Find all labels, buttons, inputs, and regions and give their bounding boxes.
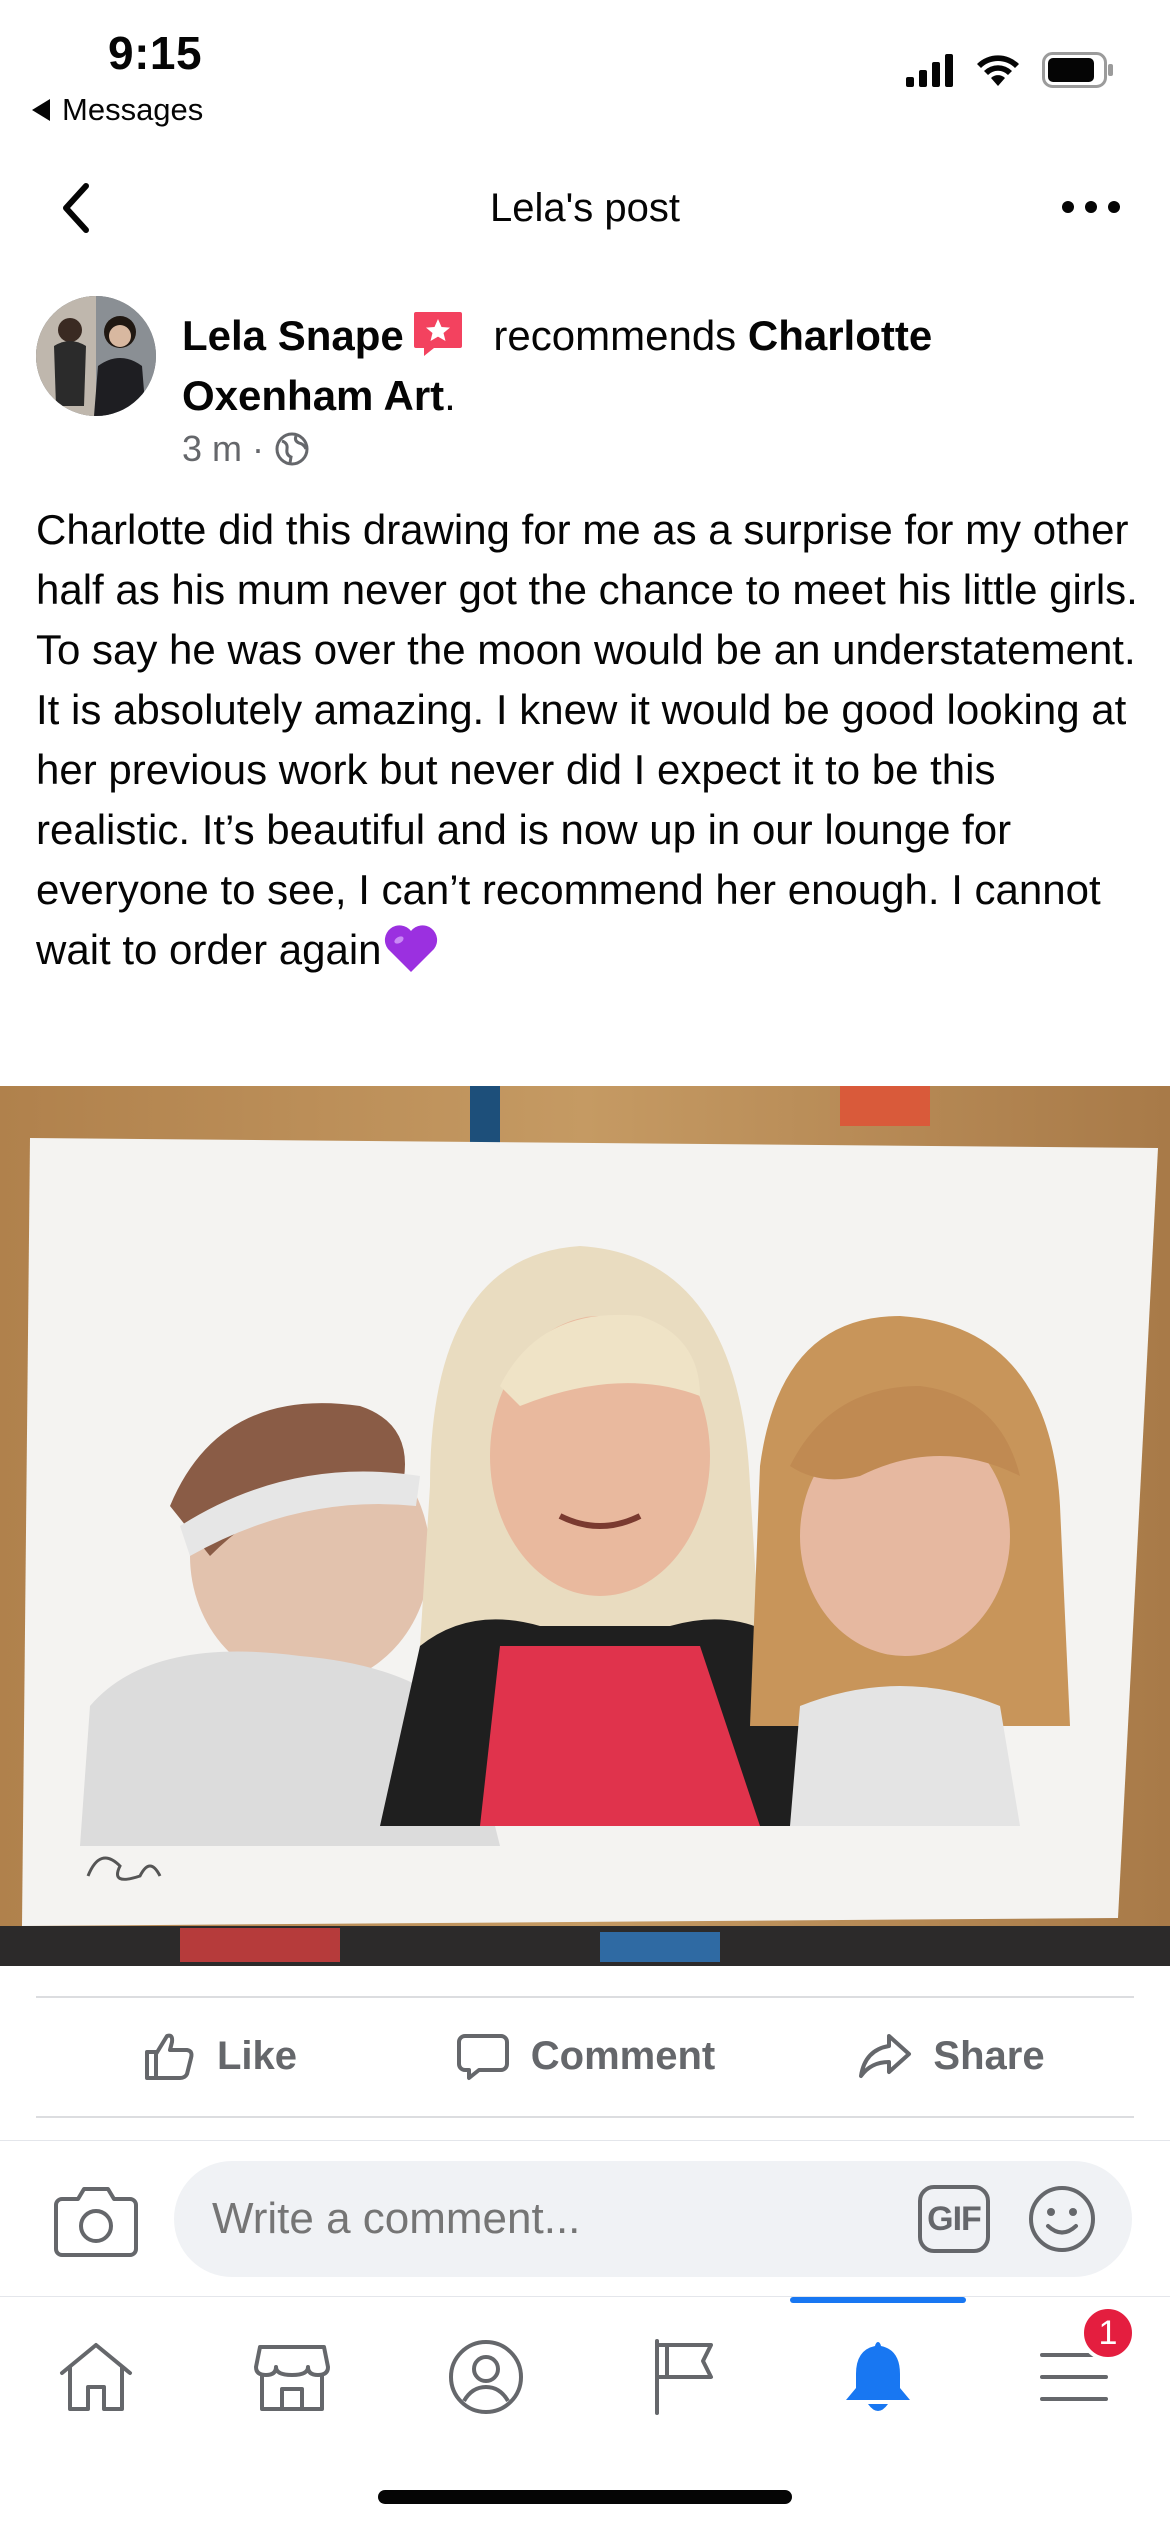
status-time: 9:15 xyxy=(108,27,203,79)
page-name-suffix: . xyxy=(444,372,456,419)
wifi-icon xyxy=(977,55,1019,86)
pages-flag-icon xyxy=(655,2339,713,2415)
comment-bar: GIF xyxy=(0,2140,1170,2296)
meta-separator: · xyxy=(252,428,265,469)
battery-icon xyxy=(1042,52,1113,88)
drawing-photo-image xyxy=(0,1086,1170,1966)
tab-pages[interactable] xyxy=(634,2327,734,2427)
post-time[interactable]: 3 m xyxy=(182,428,242,470)
back-app-label: Messages xyxy=(62,92,204,127)
globe-icon xyxy=(275,432,309,466)
gif-button[interactable]: GIF xyxy=(918,2185,990,2253)
marketplace-icon xyxy=(254,2345,330,2411)
post-author: Lela Snape recommends Charlotte Oxenham … xyxy=(36,292,1136,482)
smiley-icon[interactable] xyxy=(1026,2183,1098,2255)
status-icons xyxy=(906,52,1114,88)
post-text: Charlotte did this drawing for me as a s… xyxy=(36,500,1146,980)
camera-icon[interactable] xyxy=(54,2185,138,2257)
comment-label: Comment xyxy=(530,2033,716,2078)
post-meta: 3 m · xyxy=(182,428,310,470)
avatar[interactable] xyxy=(36,296,156,416)
profile-icon xyxy=(449,2340,523,2414)
menu-notification-badge: 1 xyxy=(1080,2305,1136,2361)
tab-profile[interactable] xyxy=(436,2327,536,2427)
back-to-messages[interactable]: Messages xyxy=(32,92,203,128)
recommends-text: recommends xyxy=(481,312,748,359)
share-arrow-icon xyxy=(859,2034,912,2078)
thumbs-up-icon xyxy=(144,2033,194,2080)
author-line: Lela Snape recommends Charlotte Oxenham … xyxy=(182,306,1082,426)
post-photo[interactable] xyxy=(0,1086,1170,1966)
status-bar: 9:15 Messages xyxy=(0,0,1170,140)
comment-bubble-icon xyxy=(456,2034,509,2080)
signal-icon xyxy=(906,54,953,87)
post-header: Lela's post xyxy=(0,160,1170,260)
page-title: Lela's post xyxy=(490,186,680,230)
like-label: Like xyxy=(216,2033,298,2078)
post-body: Charlotte did this drawing for me as a s… xyxy=(36,506,1138,973)
comment-button[interactable]: Comment xyxy=(402,2028,768,2084)
share-button[interactable]: Share xyxy=(768,2028,1134,2084)
like-button[interactable]: Like xyxy=(36,2028,402,2084)
tab-notifications[interactable] xyxy=(828,2327,928,2427)
more-horizontal-icon[interactable] xyxy=(1056,182,1126,232)
recommend-badge-icon xyxy=(413,312,462,356)
actions-divider-bottom xyxy=(36,2116,1134,2118)
post-actions: Like Comment Share xyxy=(36,1998,1134,2114)
home-indicator xyxy=(378,2490,792,2504)
notifications-bell-icon xyxy=(846,2342,910,2411)
author-name[interactable]: Lela Snape xyxy=(182,312,404,359)
active-tab-indicator xyxy=(790,2297,966,2303)
tab-marketplace[interactable] xyxy=(242,2327,342,2427)
share-label: Share xyxy=(933,2033,1045,2078)
home-icon xyxy=(60,2343,132,2411)
back-triangle-icon xyxy=(32,99,50,121)
purple-heart-icon xyxy=(384,925,437,972)
tab-home[interactable] xyxy=(46,2327,146,2427)
